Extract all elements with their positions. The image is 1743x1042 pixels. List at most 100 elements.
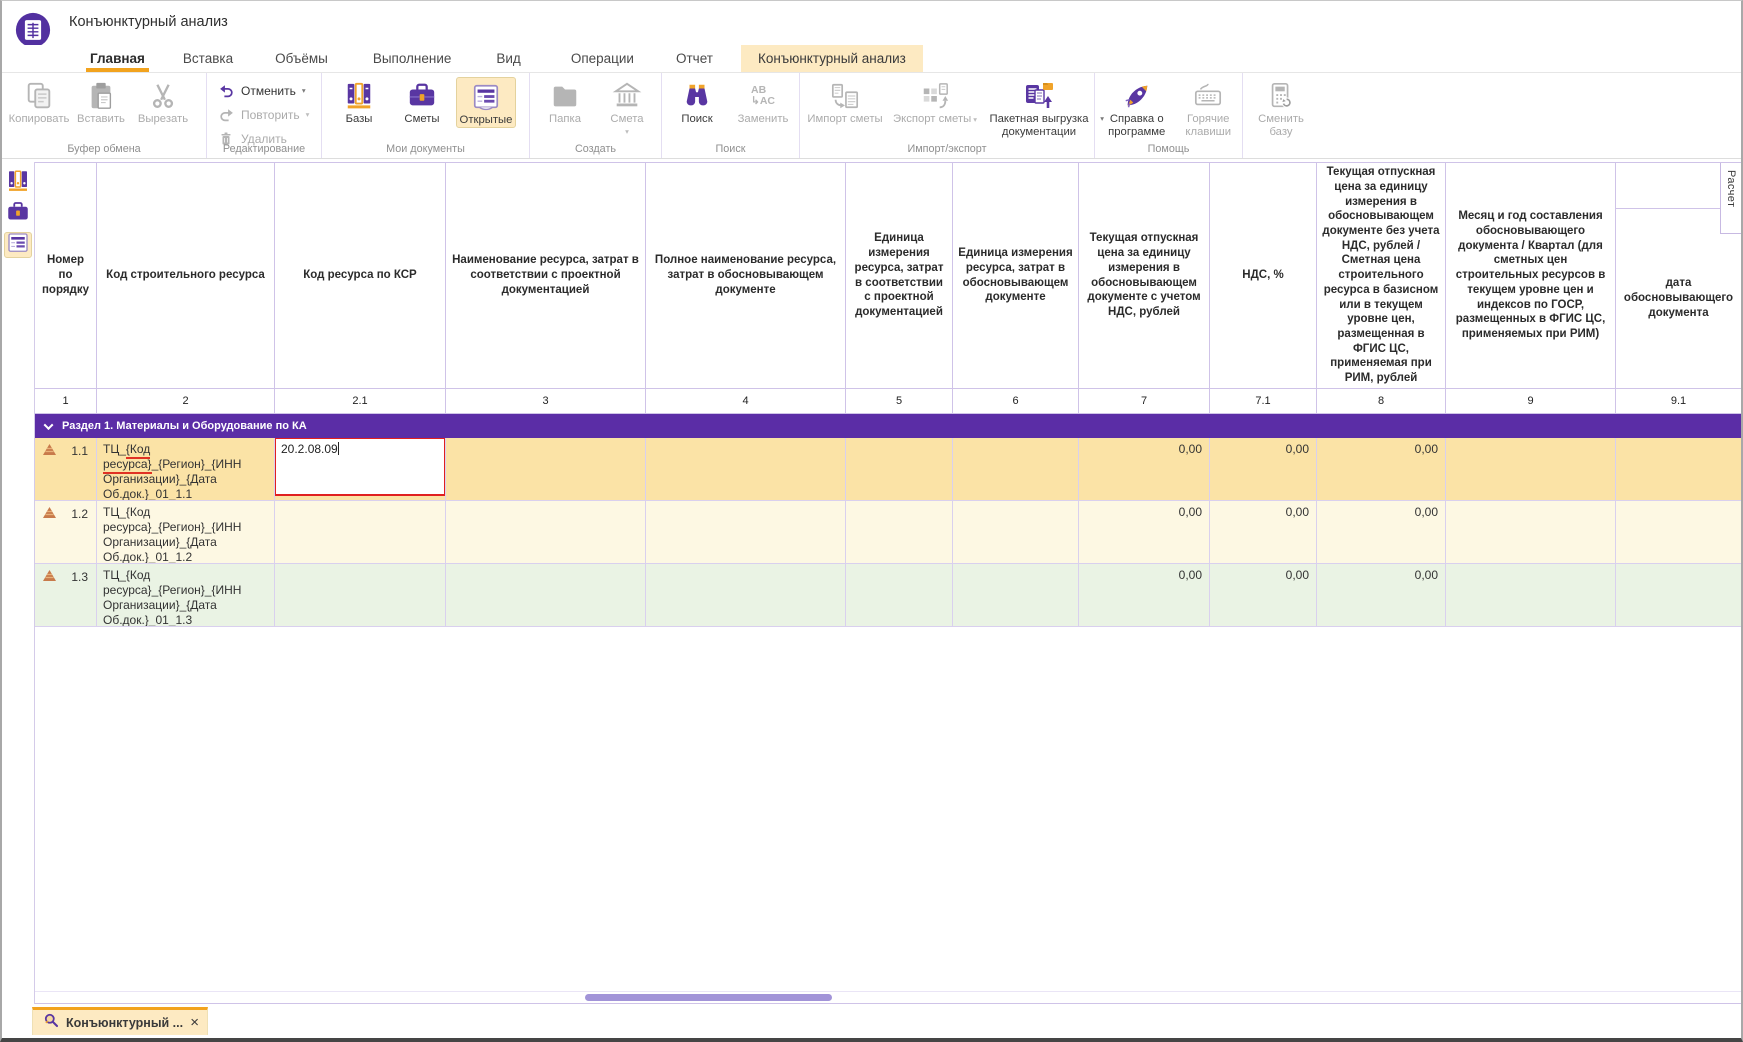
dropdown-arrow-icon[interactable]: ▾	[306, 110, 310, 119]
column-number: 9.1	[1616, 389, 1741, 413]
price-vat-cell[interactable]: 0,00	[1079, 501, 1210, 563]
opened-button[interactable]: Открытые	[456, 77, 516, 128]
grid-sheet: Расчет Номер по порядку Код строительног…	[35, 162, 1741, 1004]
dropdown-arrow-icon[interactable]: ▾	[973, 115, 977, 124]
find-button[interactable]: Поиск	[668, 77, 726, 126]
chevron-down-icon[interactable]	[44, 420, 54, 430]
vat-cell[interactable]: 0,00	[1210, 438, 1317, 500]
tab-otchet[interactable]: Отчет	[676, 45, 713, 72]
folder-button[interactable]: Папка	[536, 77, 594, 136]
document-tab[interactable]: Конъюнктурный ... ×	[32, 1007, 208, 1035]
price-no-vat-cell[interactable]: 0,00	[1317, 501, 1446, 563]
column-header-resource-code[interactable]: Код строительного ресурса	[97, 163, 275, 388]
doc-date-cell[interactable]	[1616, 564, 1741, 626]
estimates-button[interactable]: Сметы	[393, 77, 451, 128]
name-full-cell[interactable]	[646, 564, 846, 626]
unit-project-cell[interactable]	[846, 564, 953, 626]
cut-button[interactable]: Вырезать	[132, 77, 194, 126]
hotkeys-button[interactable]: Горячие клавиши	[1174, 77, 1242, 140]
column-header-unit-doc[interactable]: Единица измерения ресурса, затрат в обос…	[953, 163, 1079, 388]
vat-cell[interactable]: 0,00	[1210, 564, 1317, 626]
month-year-cell[interactable]	[1446, 501, 1616, 563]
dropdown-arrow-icon[interactable]: ▾	[625, 127, 629, 136]
column-header-unit-project[interactable]: Единица измерения ресурса, затрат в соот…	[846, 163, 953, 388]
price-no-vat-cell[interactable]: 0,00	[1317, 564, 1446, 626]
column-header-name-project[interactable]: Наименование ресурса, затрат в соответст…	[446, 163, 646, 388]
group-label-create: Создать	[530, 143, 661, 155]
export-estimate-button[interactable]: Экспорт сметы▾	[888, 77, 982, 140]
ksr-code-edit-input[interactable]: 20.2.08.09	[275, 438, 446, 496]
unit-doc-cell[interactable]	[953, 438, 1079, 500]
name-project-cell[interactable]	[446, 564, 646, 626]
column-header-price-vat[interactable]: Текущая отпускная цена за единицу измере…	[1079, 163, 1210, 388]
column-number: 6	[953, 389, 1079, 413]
vat-cell[interactable]: 0,00	[1210, 501, 1317, 563]
doc-date-cell[interactable]	[1616, 438, 1741, 500]
column-header-month-year[interactable]: Месяц и год составления обосновывающего …	[1446, 163, 1616, 388]
warning-icon	[43, 507, 56, 521]
tab-vid[interactable]: Вид	[496, 45, 520, 72]
tab-vstavka[interactable]: Вставка	[183, 45, 233, 72]
estimates-label: Сметы	[404, 113, 439, 126]
replace-button[interactable]: AB↳AC Заменить	[732, 77, 794, 126]
ksr-code-cell[interactable]: 20.2.08.09	[275, 438, 446, 500]
horizontal-scrollbar-thumb[interactable]	[585, 994, 832, 1001]
column-header-name-full[interactable]: Полное наименование ресурса, затрат в об…	[646, 163, 846, 388]
batch-upload-button[interactable]: Пакетная выгрузка документации▾	[984, 77, 1094, 140]
copy-button[interactable]: Копировать	[8, 77, 70, 126]
resource-code-cell[interactable]: ТЦ_{Код ресурса}_{Регион}_{ИНН Организац…	[97, 564, 275, 626]
row-number-cell[interactable]: 1.3	[35, 564, 97, 626]
doc-date-cell[interactable]	[1616, 501, 1741, 563]
unit-project-cell[interactable]	[846, 438, 953, 500]
close-icon[interactable]: ×	[190, 1015, 199, 1030]
sidebar-estimates-button[interactable]	[4, 201, 32, 227]
sidebar-bases-button[interactable]	[4, 170, 32, 196]
name-full-cell[interactable]	[646, 501, 846, 563]
name-full-cell[interactable]	[646, 438, 846, 500]
redo-button[interactable]: Повторить ▾	[217, 104, 321, 125]
app-window: Конъюнктурный анализ Главная Вставка Объ…	[0, 0, 1743, 1042]
name-project-cell[interactable]	[446, 438, 646, 500]
group-create: Папка Смета ▾ Создать	[530, 73, 662, 158]
estimate-button[interactable]: Смета ▾	[598, 77, 656, 136]
tab-obyomy[interactable]: Объёмы	[275, 45, 328, 72]
horizontal-scrollbar[interactable]	[35, 991, 1741, 1003]
title-bar: Конъюнктурный анализ	[2, 1, 1741, 45]
row-number-cell[interactable]: 1.2	[35, 501, 97, 563]
calc-panel-tab[interactable]: Расчет	[1720, 162, 1741, 234]
unit-doc-cell[interactable]	[953, 564, 1079, 626]
column-header-ksr-code[interactable]: Код ресурса по КСР	[275, 163, 446, 388]
about-button[interactable]: Справка о программе	[1101, 77, 1172, 140]
ksr-code-cell[interactable]	[275, 501, 446, 563]
price-no-vat-cell[interactable]: 0,00	[1317, 438, 1446, 500]
section-header-row[interactable]: Раздел 1. Материалы и Оборудование по КА	[35, 414, 1741, 438]
tab-konyunkturny-analiz[interactable]: Конъюнктурный анализ	[741, 45, 923, 72]
tab-glavnaya[interactable]: Главная	[90, 45, 145, 72]
month-year-cell[interactable]	[1446, 438, 1616, 500]
paste-button[interactable]: Вставить	[70, 77, 132, 126]
row-number-cell[interactable]: 1.1	[35, 438, 97, 500]
column-header-vat[interactable]: НДС, %	[1210, 163, 1317, 388]
tab-vypolnenie[interactable]: Выполнение	[373, 45, 452, 72]
price-vat-cell[interactable]: 0,00	[1079, 564, 1210, 626]
column-header-num[interactable]: Номер по порядку	[35, 163, 97, 388]
unit-project-cell[interactable]	[846, 501, 953, 563]
price-vat-cell[interactable]: 0,00	[1079, 438, 1210, 500]
import-estimate-button[interactable]: Импорт сметы	[804, 77, 886, 140]
tab-operacii[interactable]: Операции	[571, 45, 634, 72]
undo-button[interactable]: Отменить ▾	[217, 80, 321, 101]
resource-code-cell[interactable]: ТЦ_{Код ресурса}_{Регион}_{ИНН Организац…	[97, 438, 275, 500]
ksr-code-cell[interactable]	[275, 564, 446, 626]
bases-button[interactable]: Базы	[330, 77, 388, 128]
column-header-price-no-vat[interactable]: Текущая отпускная цена за единицу измере…	[1317, 163, 1446, 388]
dropdown-arrow-icon[interactable]: ▾	[302, 86, 306, 95]
group-search: Поиск AB↳AC Заменить Поиск	[662, 73, 800, 158]
change-base-button[interactable]: Сменить базу	[1247, 77, 1315, 140]
sidebar-opened-button[interactable]	[4, 232, 32, 258]
unit-doc-cell[interactable]	[953, 501, 1079, 563]
name-project-cell[interactable]	[446, 501, 646, 563]
redo-icon	[217, 106, 235, 124]
bottom-tab-bar: Конъюнктурный ... ×	[2, 1004, 1741, 1038]
month-year-cell[interactable]	[1446, 564, 1616, 626]
resource-code-cell[interactable]: ТЦ_{Код ресурса}_{Регион}_{ИНН Организац…	[97, 501, 275, 563]
